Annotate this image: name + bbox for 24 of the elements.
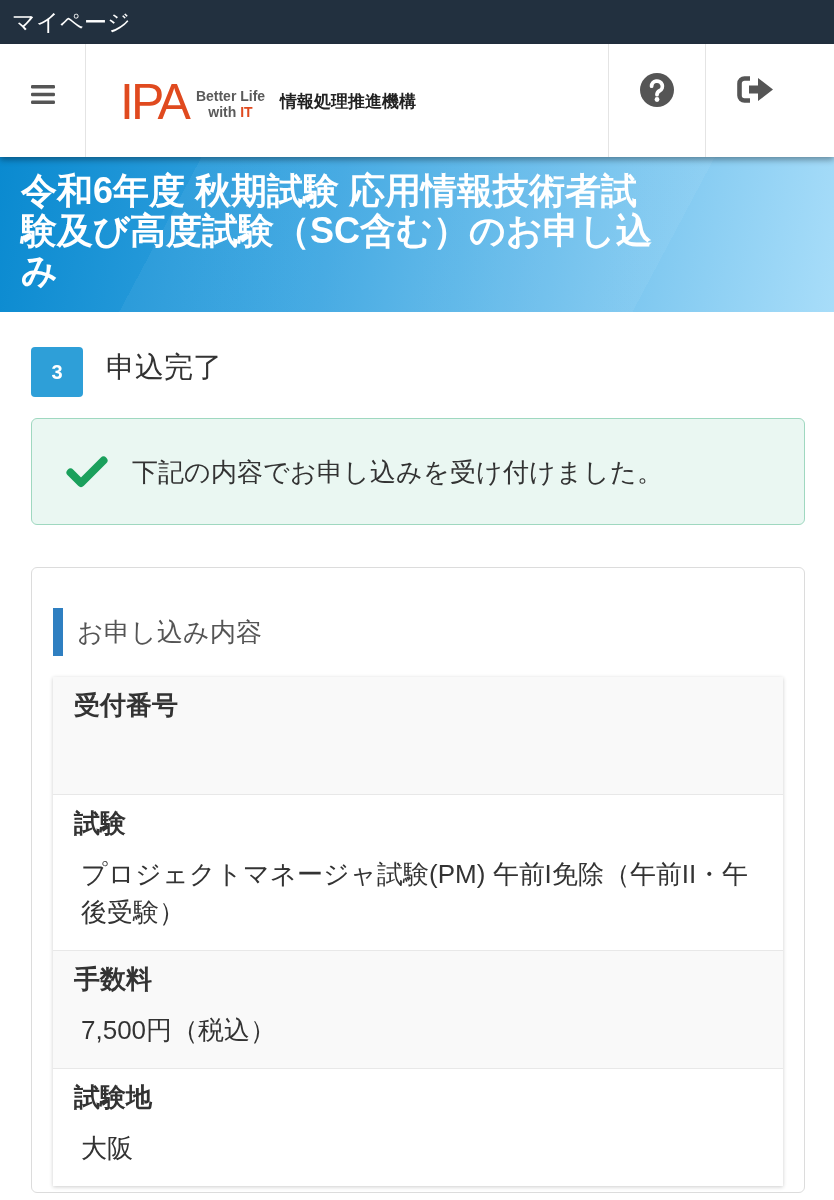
help-button[interactable] bbox=[608, 44, 706, 157]
page-title: マイページ bbox=[12, 8, 131, 37]
org-name: 情報処理推進機構 bbox=[280, 91, 417, 113]
detail-label: 試験 bbox=[74, 807, 127, 839]
step-title: 申込完了 bbox=[106, 350, 222, 385]
logo-tagline: Better Life bbox=[195, 87, 266, 104]
section-heading: お申し込み内容 bbox=[53, 608, 783, 656]
logout-button[interactable] bbox=[706, 44, 834, 157]
detail-value: プロジェクトマネージャ試験(PM) 午前I免除（午前II・午後受験） bbox=[80, 858, 750, 929]
help-icon bbox=[640, 73, 674, 107]
menu-icon bbox=[30, 85, 55, 104]
alert-message: 下記の内容でお申し込みを受け付けました。 bbox=[132, 455, 663, 489]
detail-label: 受付番号 bbox=[74, 689, 179, 721]
logo-mark: IPA bbox=[120, 76, 188, 127]
logo-tagline: with IT bbox=[208, 103, 253, 120]
detail-label: 手数料 bbox=[74, 963, 153, 995]
detail-value: 7,500円（税込） bbox=[80, 1014, 278, 1047]
logout-icon bbox=[737, 76, 773, 103]
check-icon bbox=[66, 455, 108, 488]
detail-value: 大阪 bbox=[80, 1132, 134, 1165]
page-heading: 令和6年度 秋期試験 応用情報技術者試験及び高度試験（SC含む）のお申し込み bbox=[21, 171, 653, 291]
menu-button[interactable] bbox=[0, 44, 86, 157]
detail-label: 試験地 bbox=[74, 1081, 153, 1113]
step-number-badge: 3 bbox=[31, 347, 83, 397]
